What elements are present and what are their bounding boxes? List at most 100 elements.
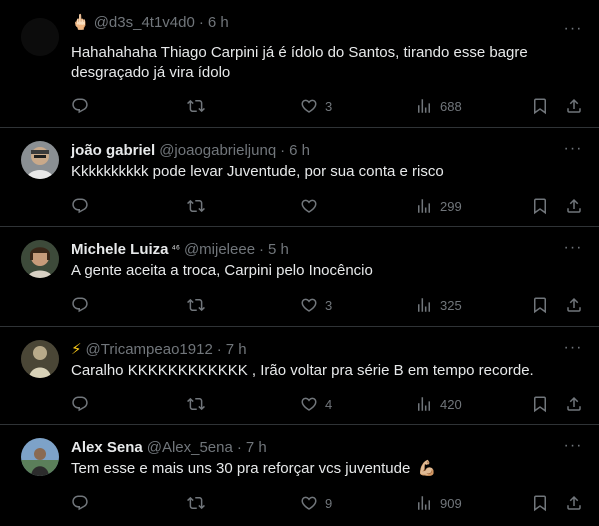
bookmark-icon [534, 297, 546, 314]
flexed-biceps-icon: 💪🏼 [417, 460, 437, 477]
tweet-text: Caralho KKKKKKKKKKKK , Irão voltar pra s… [71, 362, 534, 379]
views-icon [418, 199, 430, 213]
more-icon[interactable]: ··· [564, 21, 582, 37]
retweet-icon [187, 496, 205, 510]
tweet[interactable]: Alex Sena @Alex_5ena · 7 h ··· Tem esse … [0, 425, 599, 526]
retweet-button[interactable] [187, 494, 212, 512]
views-count: 299 [440, 198, 462, 214]
display-name[interactable]: joão gabriel [71, 142, 155, 159]
user-handle[interactable]: @d3s_4t1v4d0 [94, 14, 195, 31]
separator-dot: · [216, 340, 222, 358]
more-icon[interactable]: ··· [564, 340, 582, 356]
bookmark-button[interactable] [531, 494, 549, 512]
like-icon [301, 99, 317, 113]
reply-icon [72, 198, 88, 214]
views-icon [418, 496, 430, 510]
like-icon [301, 496, 317, 510]
tweet[interactable]: ⚡ @Tricampeao1912 · 7 h ··· Caralho KKKK… [0, 327, 599, 425]
share-button[interactable] [565, 97, 583, 115]
reply-icon [72, 396, 88, 412]
more-icon[interactable]: ··· [564, 141, 582, 157]
timestamp[interactable]: 5 h [268, 241, 289, 258]
share-icon [567, 98, 581, 113]
bookmark-button[interactable] [531, 296, 549, 314]
share-icon [567, 297, 581, 312]
share-button[interactable] [565, 494, 583, 512]
bookmark-button[interactable] [531, 395, 549, 413]
tweet[interactable]: Michele Luiza ⁴⁶ @mijeleee · 5 h ··· A g… [0, 227, 599, 327]
bookmark-icon [534, 495, 546, 512]
reply-button[interactable] [71, 197, 96, 215]
reply-feed: 🖕🏻 @d3s_4t1v4d0 · 6 h ··· Hahahahaha Thi… [0, 0, 599, 526]
like-button[interactable]: 3 [300, 97, 332, 115]
avatar[interactable] [21, 18, 59, 56]
display-name[interactable]: Alex Sena [71, 439, 143, 456]
share-button[interactable] [565, 395, 583, 413]
like-icon [301, 397, 317, 411]
timestamp[interactable]: 6 h [289, 142, 310, 159]
bookmark-icon [534, 198, 546, 215]
reply-icon [72, 98, 88, 114]
retweet-button[interactable] [187, 395, 212, 413]
avatar[interactable] [21, 141, 59, 179]
more-icon[interactable]: ··· [564, 240, 582, 256]
tweet-header: Alex Sena @Alex_5ena · 7 h [71, 437, 559, 457]
views-button[interactable]: 909 [415, 494, 462, 512]
like-count: 3 [325, 297, 333, 313]
views-button[interactable]: 325 [415, 296, 462, 314]
tweet-header: 🖕🏻 @d3s_4t1v4d0 · 6 h [71, 12, 559, 32]
retweet-button[interactable] [187, 296, 212, 314]
timestamp[interactable]: 7 h [246, 439, 267, 456]
display-name-emoji: ⚡ [71, 341, 82, 358]
avatar[interactable] [21, 438, 59, 476]
reply-button[interactable] [71, 494, 96, 512]
user-handle[interactable]: @joaogabrieljunq [159, 142, 276, 159]
bookmark-button[interactable] [531, 97, 549, 115]
tweet-actions: 3 688 [71, 96, 585, 116]
tweet-text: Tem esse e mais uns 30 pra reforçar vcs … [71, 459, 571, 479]
user-handle[interactable]: @Alex_5ena [147, 439, 233, 456]
avatar[interactable] [21, 240, 59, 278]
tweet-actions: 4 420 [71, 394, 585, 414]
tweet-text: Kkkkkkkkkk pode levar Juventude, por sua… [71, 163, 444, 180]
bookmark-button[interactable] [531, 197, 549, 215]
share-icon [567, 396, 581, 411]
timestamp[interactable]: 7 h [226, 341, 247, 358]
share-button[interactable] [565, 197, 583, 215]
like-icon [301, 298, 317, 312]
name-badge: ⁴⁶ [171, 243, 180, 255]
like-button[interactable] [300, 197, 325, 215]
like-count: 4 [325, 396, 333, 412]
user-handle[interactable]: @Tricampeao1912 [86, 341, 213, 358]
share-icon [567, 495, 581, 510]
retweet-button[interactable] [187, 97, 212, 115]
user-handle[interactable]: @mijeleee [184, 241, 255, 258]
display-name[interactable]: Michele Luiza [71, 241, 169, 258]
views-button[interactable]: 299 [415, 197, 462, 215]
avatar[interactable] [21, 340, 59, 378]
retweet-button[interactable] [187, 197, 212, 215]
views-button[interactable]: 420 [415, 395, 462, 413]
tweet-actions: 299 [71, 196, 585, 216]
reply-button[interactable] [71, 296, 96, 314]
like-button[interactable]: 4 [300, 395, 332, 413]
share-button[interactable] [565, 296, 583, 314]
timestamp[interactable]: 6 h [208, 14, 229, 31]
tweet[interactable]: 🖕🏻 @d3s_4t1v4d0 · 6 h ··· Hahahahaha Thi… [0, 0, 599, 128]
tweet[interactable]: joão gabriel @joaogabrieljunq · 6 h ··· … [0, 128, 599, 227]
reply-icon [72, 495, 88, 511]
like-button[interactable]: 9 [300, 494, 332, 512]
views-button[interactable]: 688 [415, 97, 462, 115]
views-icon [418, 397, 430, 411]
reply-button[interactable] [71, 97, 96, 115]
views-count: 420 [440, 396, 462, 412]
tweet-text-body: Tem esse e mais uns 30 pra reforçar vcs … [71, 460, 411, 477]
tweet-actions: 3 325 [71, 295, 585, 315]
retweet-icon [187, 199, 205, 213]
like-button[interactable]: 3 [300, 296, 332, 314]
reply-button[interactable] [71, 395, 96, 413]
share-icon [567, 198, 581, 213]
more-icon[interactable]: ··· [564, 438, 582, 454]
views-count: 325 [440, 297, 462, 313]
views-count: 688 [440, 98, 462, 114]
